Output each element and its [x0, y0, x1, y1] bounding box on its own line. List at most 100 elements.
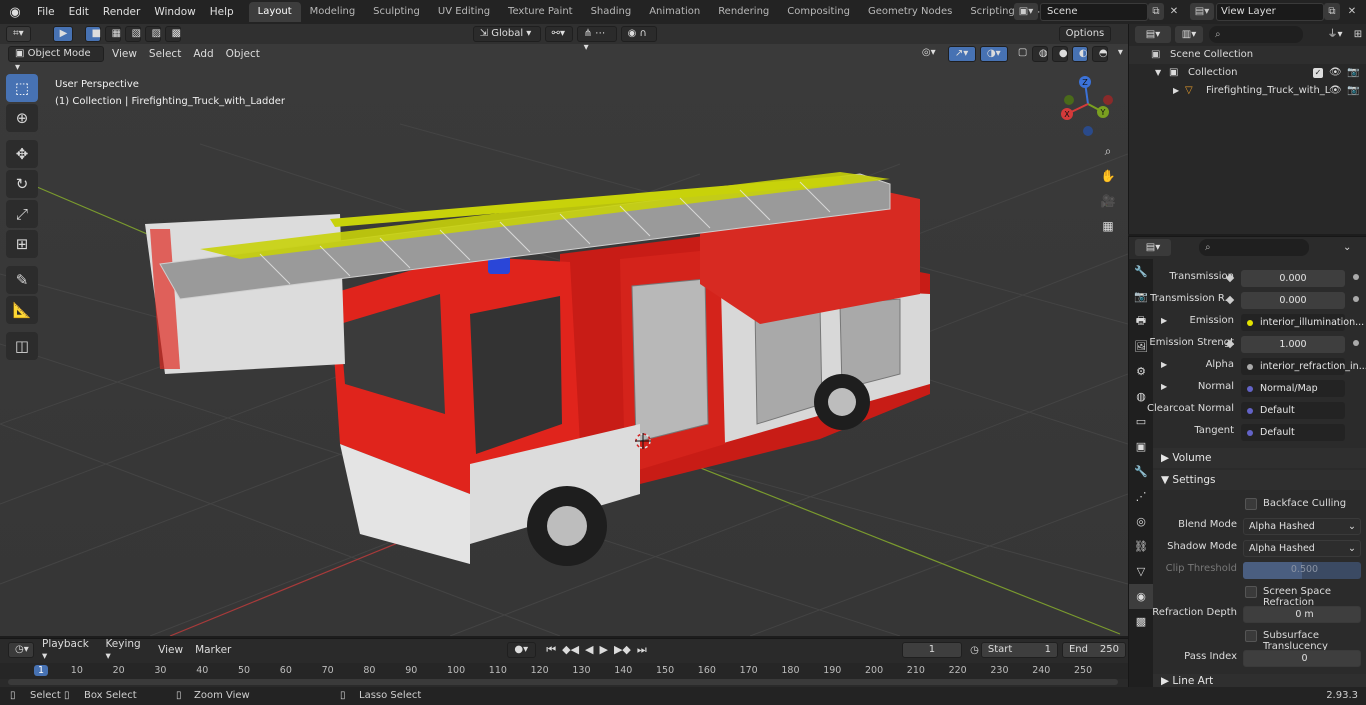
blender-logo-icon[interactable]: ◉ — [0, 5, 30, 20]
modifier-tab-icon[interactable]: 🔧 — [1129, 459, 1153, 484]
tab-layout[interactable]: Layout — [248, 2, 301, 22]
backface-culling-checkbox[interactable] — [1245, 498, 1257, 510]
editor-type-icon[interactable]: ⌗▾ — [6, 26, 31, 42]
transmission-field[interactable]: 0.000 — [1241, 270, 1345, 287]
options-button[interactable]: Options — [1058, 26, 1112, 42]
subsurface-checkbox[interactable] — [1245, 630, 1257, 642]
rendered-shading-icon[interactable]: ◓ — [1091, 46, 1108, 62]
play-icon[interactable]: ▶ — [600, 643, 608, 657]
orientation-dropdown[interactable]: ⇲ Global ▾ — [472, 26, 541, 42]
normal-link-field[interactable]: Normal/Map — [1241, 380, 1345, 397]
transform-tool-icon[interactable]: ⊞ — [6, 230, 38, 258]
display-mode-icon[interactable]: ▥▾ — [1175, 26, 1203, 43]
add-cube-tool-icon[interactable]: ◫ — [6, 332, 38, 360]
outliner-search-input[interactable]: ⌕ — [1209, 26, 1303, 43]
scene-name-field[interactable]: Scene — [1040, 3, 1148, 21]
tab-sculpting[interactable]: Sculpting — [364, 2, 429, 22]
keyframe-icon[interactable] — [1353, 296, 1359, 302]
tab-modeling[interactable]: Modeling — [301, 2, 365, 22]
tangent-field[interactable]: Default — [1241, 424, 1345, 441]
object-row[interactable]: ▶ ▽ Firefighting_Truck_with_L 👁 📷 — [1129, 82, 1366, 100]
prev-keyframe-icon[interactable]: ◆◀ — [562, 643, 579, 657]
menu-edit[interactable]: Edit — [62, 0, 96, 24]
particles-tab-icon[interactable]: ⋰ — [1129, 484, 1153, 509]
pan-view-icon[interactable]: ✋ — [1096, 165, 1120, 187]
expand-collection-icon[interactable]: ▼ — [1155, 64, 1161, 82]
solid-shading-icon[interactable]: ● — [1051, 46, 1068, 62]
ssr-checkbox[interactable] — [1245, 586, 1257, 598]
menu-view[interactable]: View — [106, 48, 143, 60]
snap-icon[interactable]: ⋔ ⋯▾ — [576, 26, 617, 53]
emission-strength-field[interactable]: 1.000 — [1241, 336, 1345, 353]
next-keyframe-icon[interactable]: ▶◆ — [614, 643, 631, 657]
overlay-toggle-icon[interactable]: ◑▾ — [979, 46, 1008, 62]
gizmo-toggle-icon[interactable]: ↗▾ — [947, 46, 976, 62]
output-tab-icon[interactable]: 🖶 — [1129, 309, 1153, 334]
current-frame-field[interactable]: 1 — [901, 642, 963, 658]
scale-tool-icon[interactable]: ⤢ — [6, 200, 38, 228]
texture-tab-icon[interactable]: ▩ — [1129, 609, 1153, 634]
blend-mode-dropdown[interactable]: Alpha Hashed ⌄ — [1243, 518, 1361, 535]
tab-shading[interactable]: Shading — [582, 2, 641, 22]
exclude-checkbox[interactable]: ✓ — [1313, 68, 1323, 78]
line-art-section-header[interactable]: ▶ Line Art — [1153, 674, 1366, 688]
tab-texture-paint[interactable]: Texture Paint — [499, 2, 582, 22]
emission-link-field[interactable]: interior_illumination... — [1241, 314, 1364, 331]
tab-uv-editing[interactable]: UV Editing — [429, 2, 499, 22]
alpha-link-field[interactable]: interior_refraction_in... — [1241, 358, 1366, 375]
select-box-icon[interactable]: ⬚ — [6, 74, 38, 102]
menu-timeline-view[interactable]: View — [152, 644, 189, 656]
menu-add[interactable]: Add — [187, 48, 219, 60]
menu-playback[interactable]: Playback ▾ — [36, 638, 99, 662]
expand-normal-icon[interactable]: ▶ — [1161, 382, 1167, 391]
expand-object-icon[interactable]: ▶ — [1173, 82, 1179, 100]
menu-help[interactable]: Help — [203, 0, 241, 24]
rotate-tool-icon[interactable]: ↻ — [6, 170, 38, 198]
expand-alpha-icon[interactable]: ▶ — [1161, 360, 1167, 369]
menu-file[interactable]: File — [30, 0, 62, 24]
material-tab-icon[interactable]: ◉ — [1129, 584, 1153, 609]
delete-view-layer-icon[interactable]: ✕ — [1344, 3, 1360, 20]
keyframe-icon[interactable] — [1353, 340, 1359, 346]
settings-section-header[interactable]: ▼ Settings — [1153, 470, 1366, 490]
annotate-tool-icon[interactable]: ✎ — [6, 266, 38, 294]
xray-icon[interactable]: ▢ — [1012, 46, 1028, 62]
wireframe-shading-icon[interactable]: ◍ — [1031, 46, 1048, 62]
record-icon[interactable]: ●▾ — [507, 642, 537, 658]
mode-subtract-icon[interactable]: ▧ — [124, 26, 141, 42]
object-eye-icon[interactable]: 👁 — [1329, 82, 1342, 100]
volume-section-header[interactable]: ▶ Volume — [1153, 448, 1366, 468]
shadow-mode-dropdown[interactable]: Alpha Hashed ⌄ — [1243, 540, 1361, 557]
menu-object[interactable]: Object — [220, 48, 266, 60]
tool-tab-icon[interactable]: 🔧 — [1129, 259, 1153, 284]
cursor-tool-icon[interactable]: ⊕ — [6, 104, 38, 132]
refraction-depth-field[interactable]: 0 m — [1243, 606, 1361, 623]
transmission-roughness-field[interactable]: 0.000 — [1241, 292, 1345, 309]
visibility-icon[interactable]: ◎▾ — [916, 46, 944, 62]
select-tweak-icon[interactable]: ▶ — [52, 26, 73, 42]
collection-row[interactable]: ▼ ▣ Collection ✓ 👁 📷 — [1129, 64, 1366, 82]
menu-render[interactable]: Render — [96, 0, 147, 24]
start-frame-field[interactable]: Start 1 — [980, 642, 1058, 658]
menu-window[interactable]: Window — [147, 0, 202, 24]
object-mode-dropdown[interactable]: ▣ Object Mode ▾ — [8, 46, 104, 73]
frame-ruler[interactable]: 1 10 20 30 40 50 60 70 80 90 100 110 120 130 140 150 160… — [0, 663, 1128, 679]
data-tab-icon[interactable]: ▽ — [1129, 559, 1153, 584]
object-render-icon[interactable]: 📷 — [1347, 82, 1359, 100]
new-collection-icon[interactable]: ⊞ — [1351, 26, 1365, 43]
pivot-icon[interactable]: ⚯▾ — [544, 26, 573, 42]
3d-viewport[interactable]: ⌗▾ ▶ ■ ▦ ▧ ▨ ▩ ⇲ Global ▾ ⚯▾ ⋔ ⋯▾ ◉ ∩ Op… — [0, 24, 1128, 636]
object-tab-icon[interactable]: ▣ — [1129, 434, 1153, 459]
timeline-scrollbar[interactable] — [8, 679, 1118, 685]
camera-view-icon[interactable]: 🎥 — [1096, 190, 1120, 212]
view-layer-field[interactable]: View Layer — [1216, 3, 1324, 21]
material-shading-icon[interactable]: ◐ — [1071, 46, 1088, 62]
scene-collection-row[interactable]: ▣ Scene Collection — [1129, 46, 1366, 64]
scene-selector-icon[interactable]: ▣▾ — [1014, 3, 1038, 20]
expand-emission-icon[interactable]: ▶ — [1161, 316, 1167, 325]
tab-animation[interactable]: Animation — [640, 2, 709, 22]
delete-scene-icon[interactable]: ✕ — [1166, 3, 1182, 20]
props-menu-icon[interactable]: ⌄ — [1343, 239, 1359, 256]
shading-options-icon[interactable]: ▾ — [1112, 46, 1126, 62]
filter-icon[interactable]: ⏚▾ — [1321, 26, 1349, 43]
